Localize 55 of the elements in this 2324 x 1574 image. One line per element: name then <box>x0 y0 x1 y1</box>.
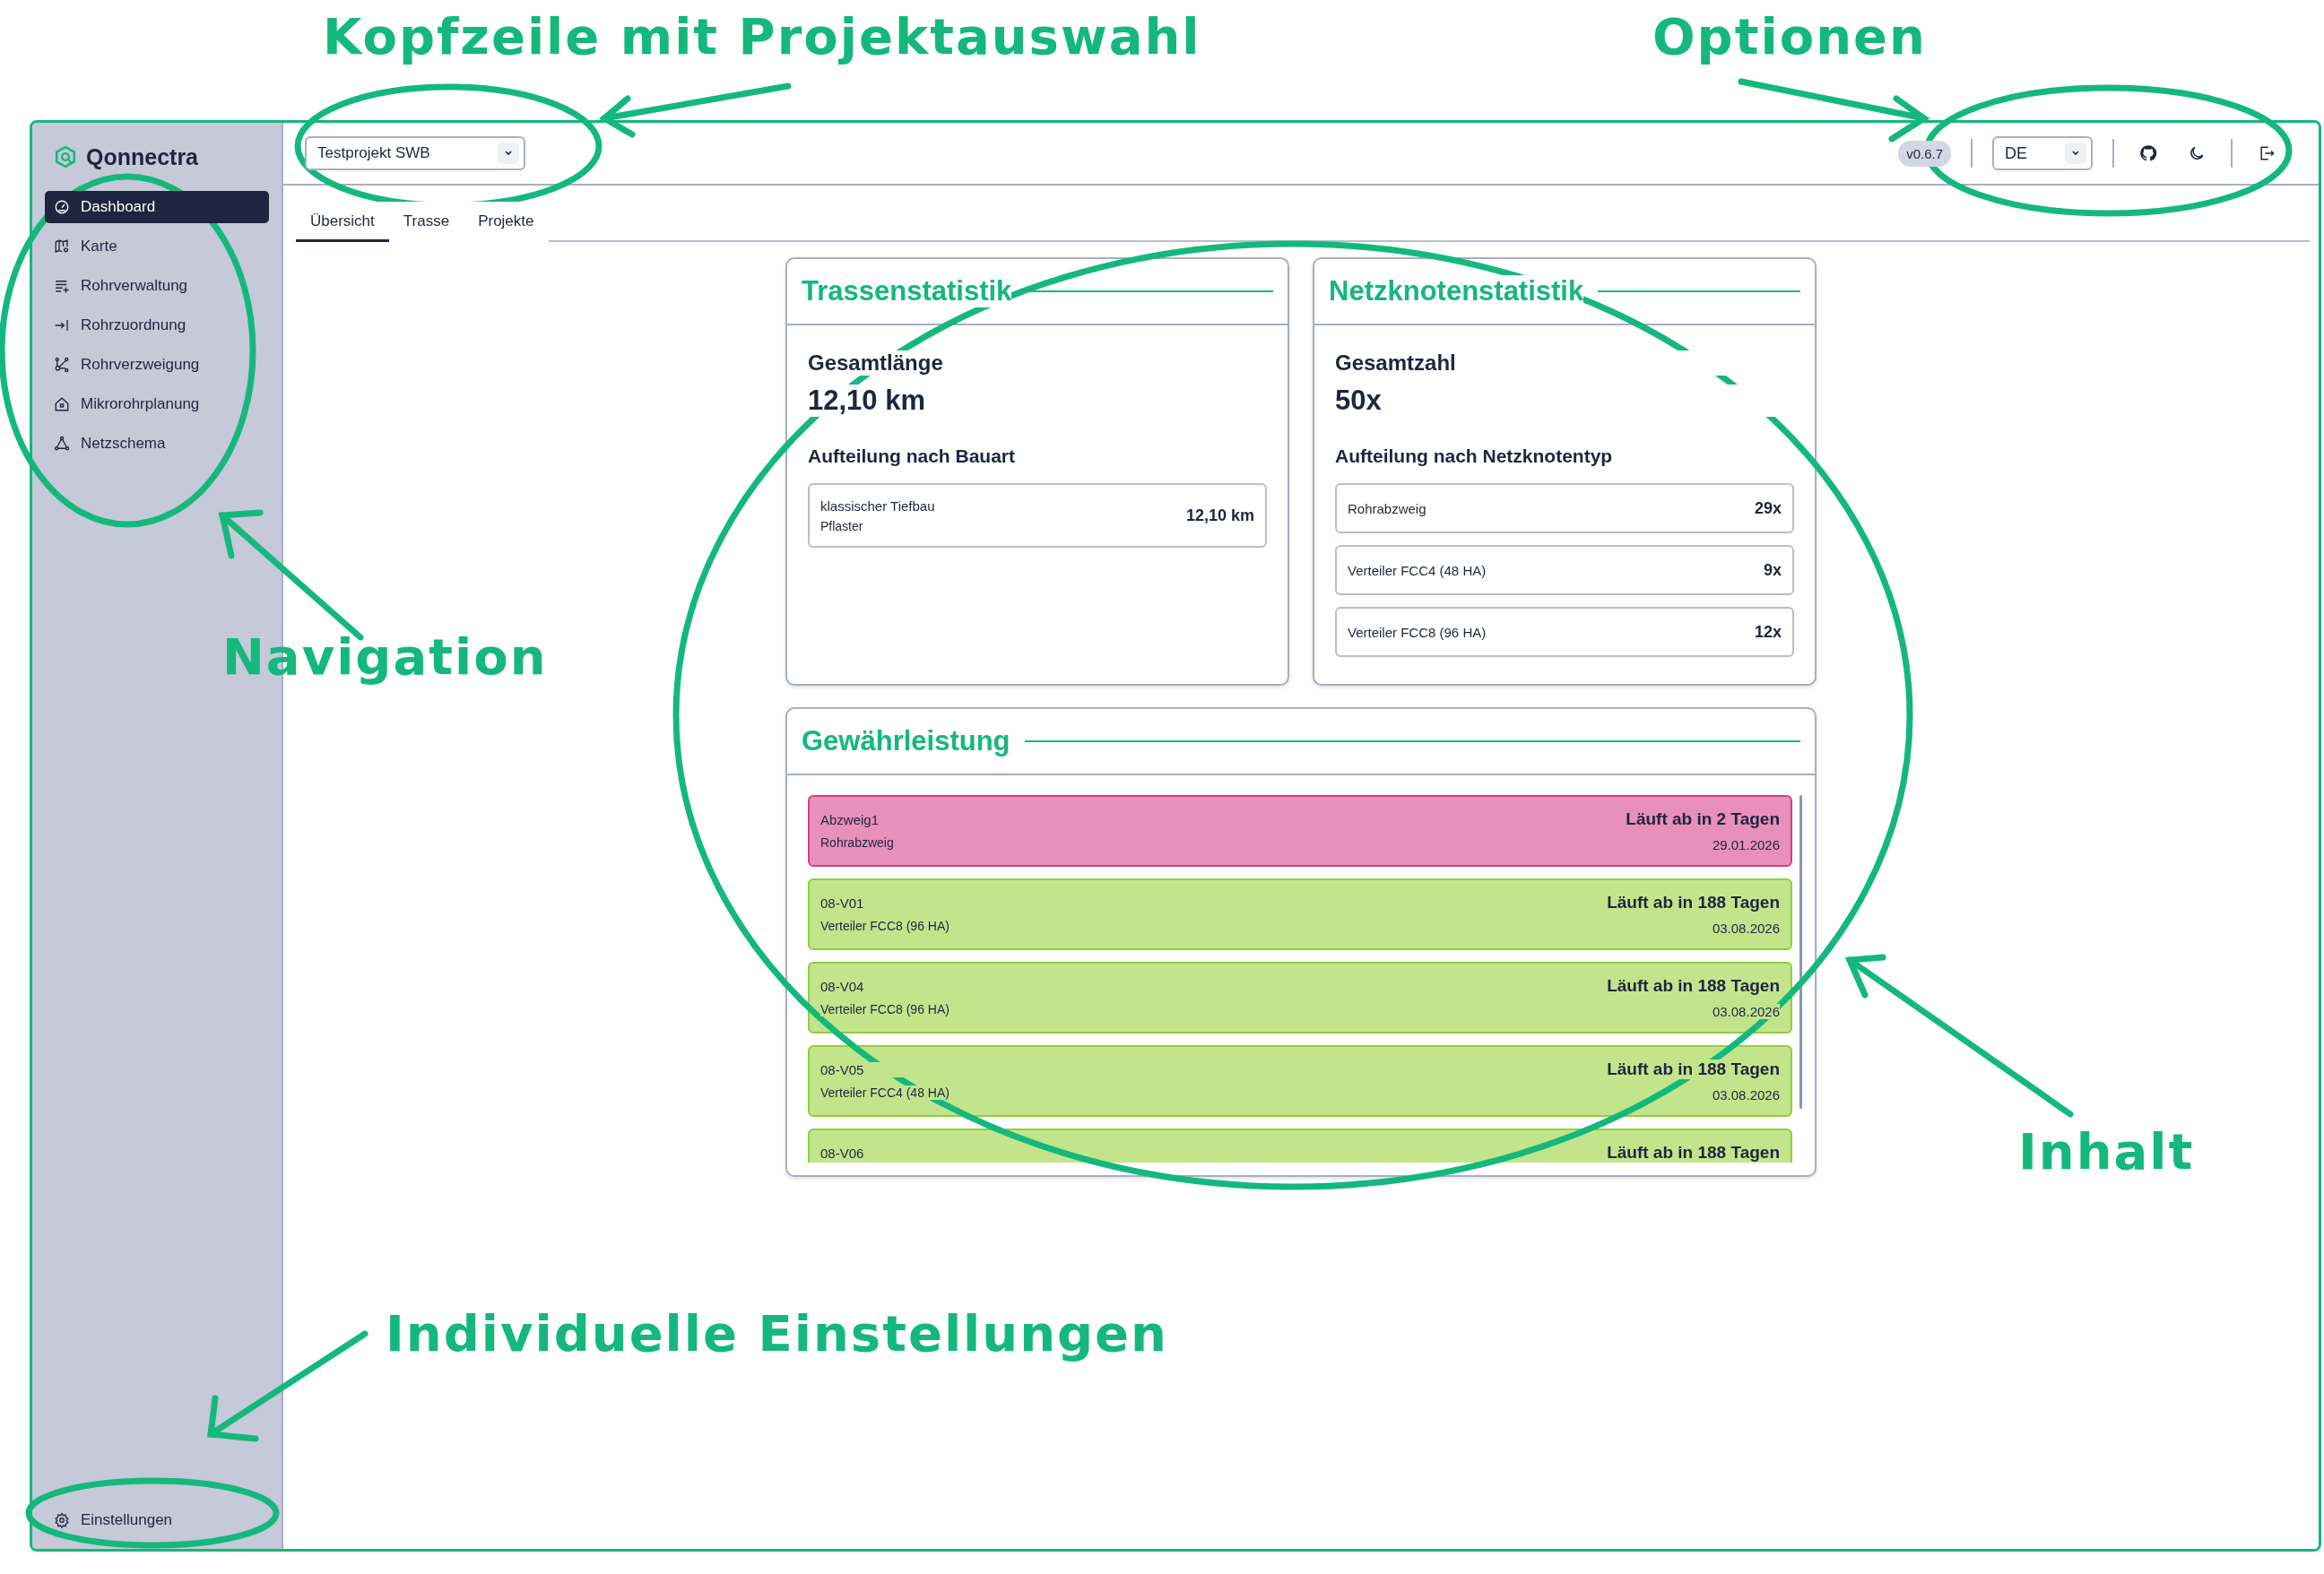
chevron-down-icon <box>2065 143 2086 164</box>
arrow-to-line-icon <box>54 317 70 333</box>
warranty-item[interactable]: 08-V01 Verteiler FCC8 (96 HA) Läuft ab in 188 Tagen 03.08.2026 <box>808 878 1792 950</box>
row-label: Verteiler FCC8 (96 HA) <box>1348 624 1487 640</box>
nav-item[interactable]: Rohrzuordnung <box>45 309 269 342</box>
row-sublabel: Pflaster <box>820 518 864 533</box>
row-value: 12x <box>1754 622 1782 642</box>
warranty-item[interactable]: 08-V06 Läuft ab in 188 Tagen <box>808 1129 1792 1163</box>
language-select[interactable]: DE <box>1992 136 2093 170</box>
triangle-nodes-icon <box>54 436 70 452</box>
item-type: Verteiler FCC4 (48 HA) <box>820 1085 950 1100</box>
row-value: 9x <box>1763 560 1782 580</box>
app-name: Qonnectra <box>86 143 199 170</box>
gauge-icon <box>54 199 70 215</box>
warranty-item[interactable]: 08-V04 Verteiler FCC8 (96 HA) Läuft ab in 188 Tagen 03.08.2026 <box>808 962 1792 1033</box>
scrollbar[interactable] <box>1799 795 1802 1109</box>
tab[interactable]: Übersicht <box>296 202 389 242</box>
annotation-label: Individuelle Einstellungen <box>386 1304 1168 1362</box>
warranty-item[interactable]: Abzweig1 Rohrabzweig Läuft ab in 2 Tagen 29.01.2026 <box>808 795 1792 867</box>
house-icon <box>54 396 70 412</box>
branch-icon <box>54 357 70 373</box>
moon-icon[interactable] <box>2188 144 2206 162</box>
row-label: Rohrabzweig <box>1348 500 1426 516</box>
nav-item[interactable]: Karte <box>45 230 269 263</box>
nav-item[interactable]: Rohrverzweigung <box>45 349 269 381</box>
row-label: klassischer Tiefbau <box>820 497 935 514</box>
row-label: Verteiler FCC4 (48 HA) <box>1348 562 1487 578</box>
tab[interactable]: Trasse <box>388 202 464 242</box>
chevron-down-icon <box>498 143 519 164</box>
version-badge: v0.6.7 <box>1898 140 1951 167</box>
tab[interactable]: Projekte <box>464 202 549 242</box>
item-type: Verteiler FCC8 (96 HA) <box>820 1002 950 1016</box>
annotation-label: Kopfzeile mit Projektauswahl <box>323 7 1201 65</box>
nav-item[interactable]: Mikrorohrplanung <box>45 388 269 420</box>
annotation-label: Optionen <box>1652 7 1927 65</box>
nav-item[interactable]: Rohrverwaltung <box>45 270 269 302</box>
list-add-icon <box>54 278 70 294</box>
nav-item[interactable]: Netzschema <box>45 428 269 460</box>
logo-icon <box>54 145 77 169</box>
logout-icon[interactable] <box>2258 144 2276 162</box>
annotation-label: Navigation <box>222 627 548 686</box>
project-select[interactable]: Testprojekt SWB <box>305 136 525 170</box>
settings-link[interactable]: Einstellungen <box>45 1504 269 1536</box>
row-value: 12,10 km <box>1185 506 1254 525</box>
row-value: 29x <box>1754 498 1782 518</box>
expiry-date: 03.08.2026 <box>1712 1004 1780 1019</box>
settings-icon <box>54 1512 70 1528</box>
warranty-item[interactable]: 08-V05 Verteiler FCC4 (48 HA) Läuft ab in 188 Tagen 03.08.2026 <box>808 1045 1792 1117</box>
expiry-status: Läuft ab in 188 Tagen <box>1607 1059 1780 1079</box>
annotation-label: Inhalt <box>2018 1122 2195 1180</box>
github-icon[interactable] <box>2139 144 2157 162</box>
item-type: Rohrabzweig <box>820 835 894 850</box>
map-icon <box>54 238 70 255</box>
nav-item[interactable]: Dashboard <box>45 191 269 223</box>
item-type: Verteiler FCC8 (96 HA) <box>820 919 950 933</box>
